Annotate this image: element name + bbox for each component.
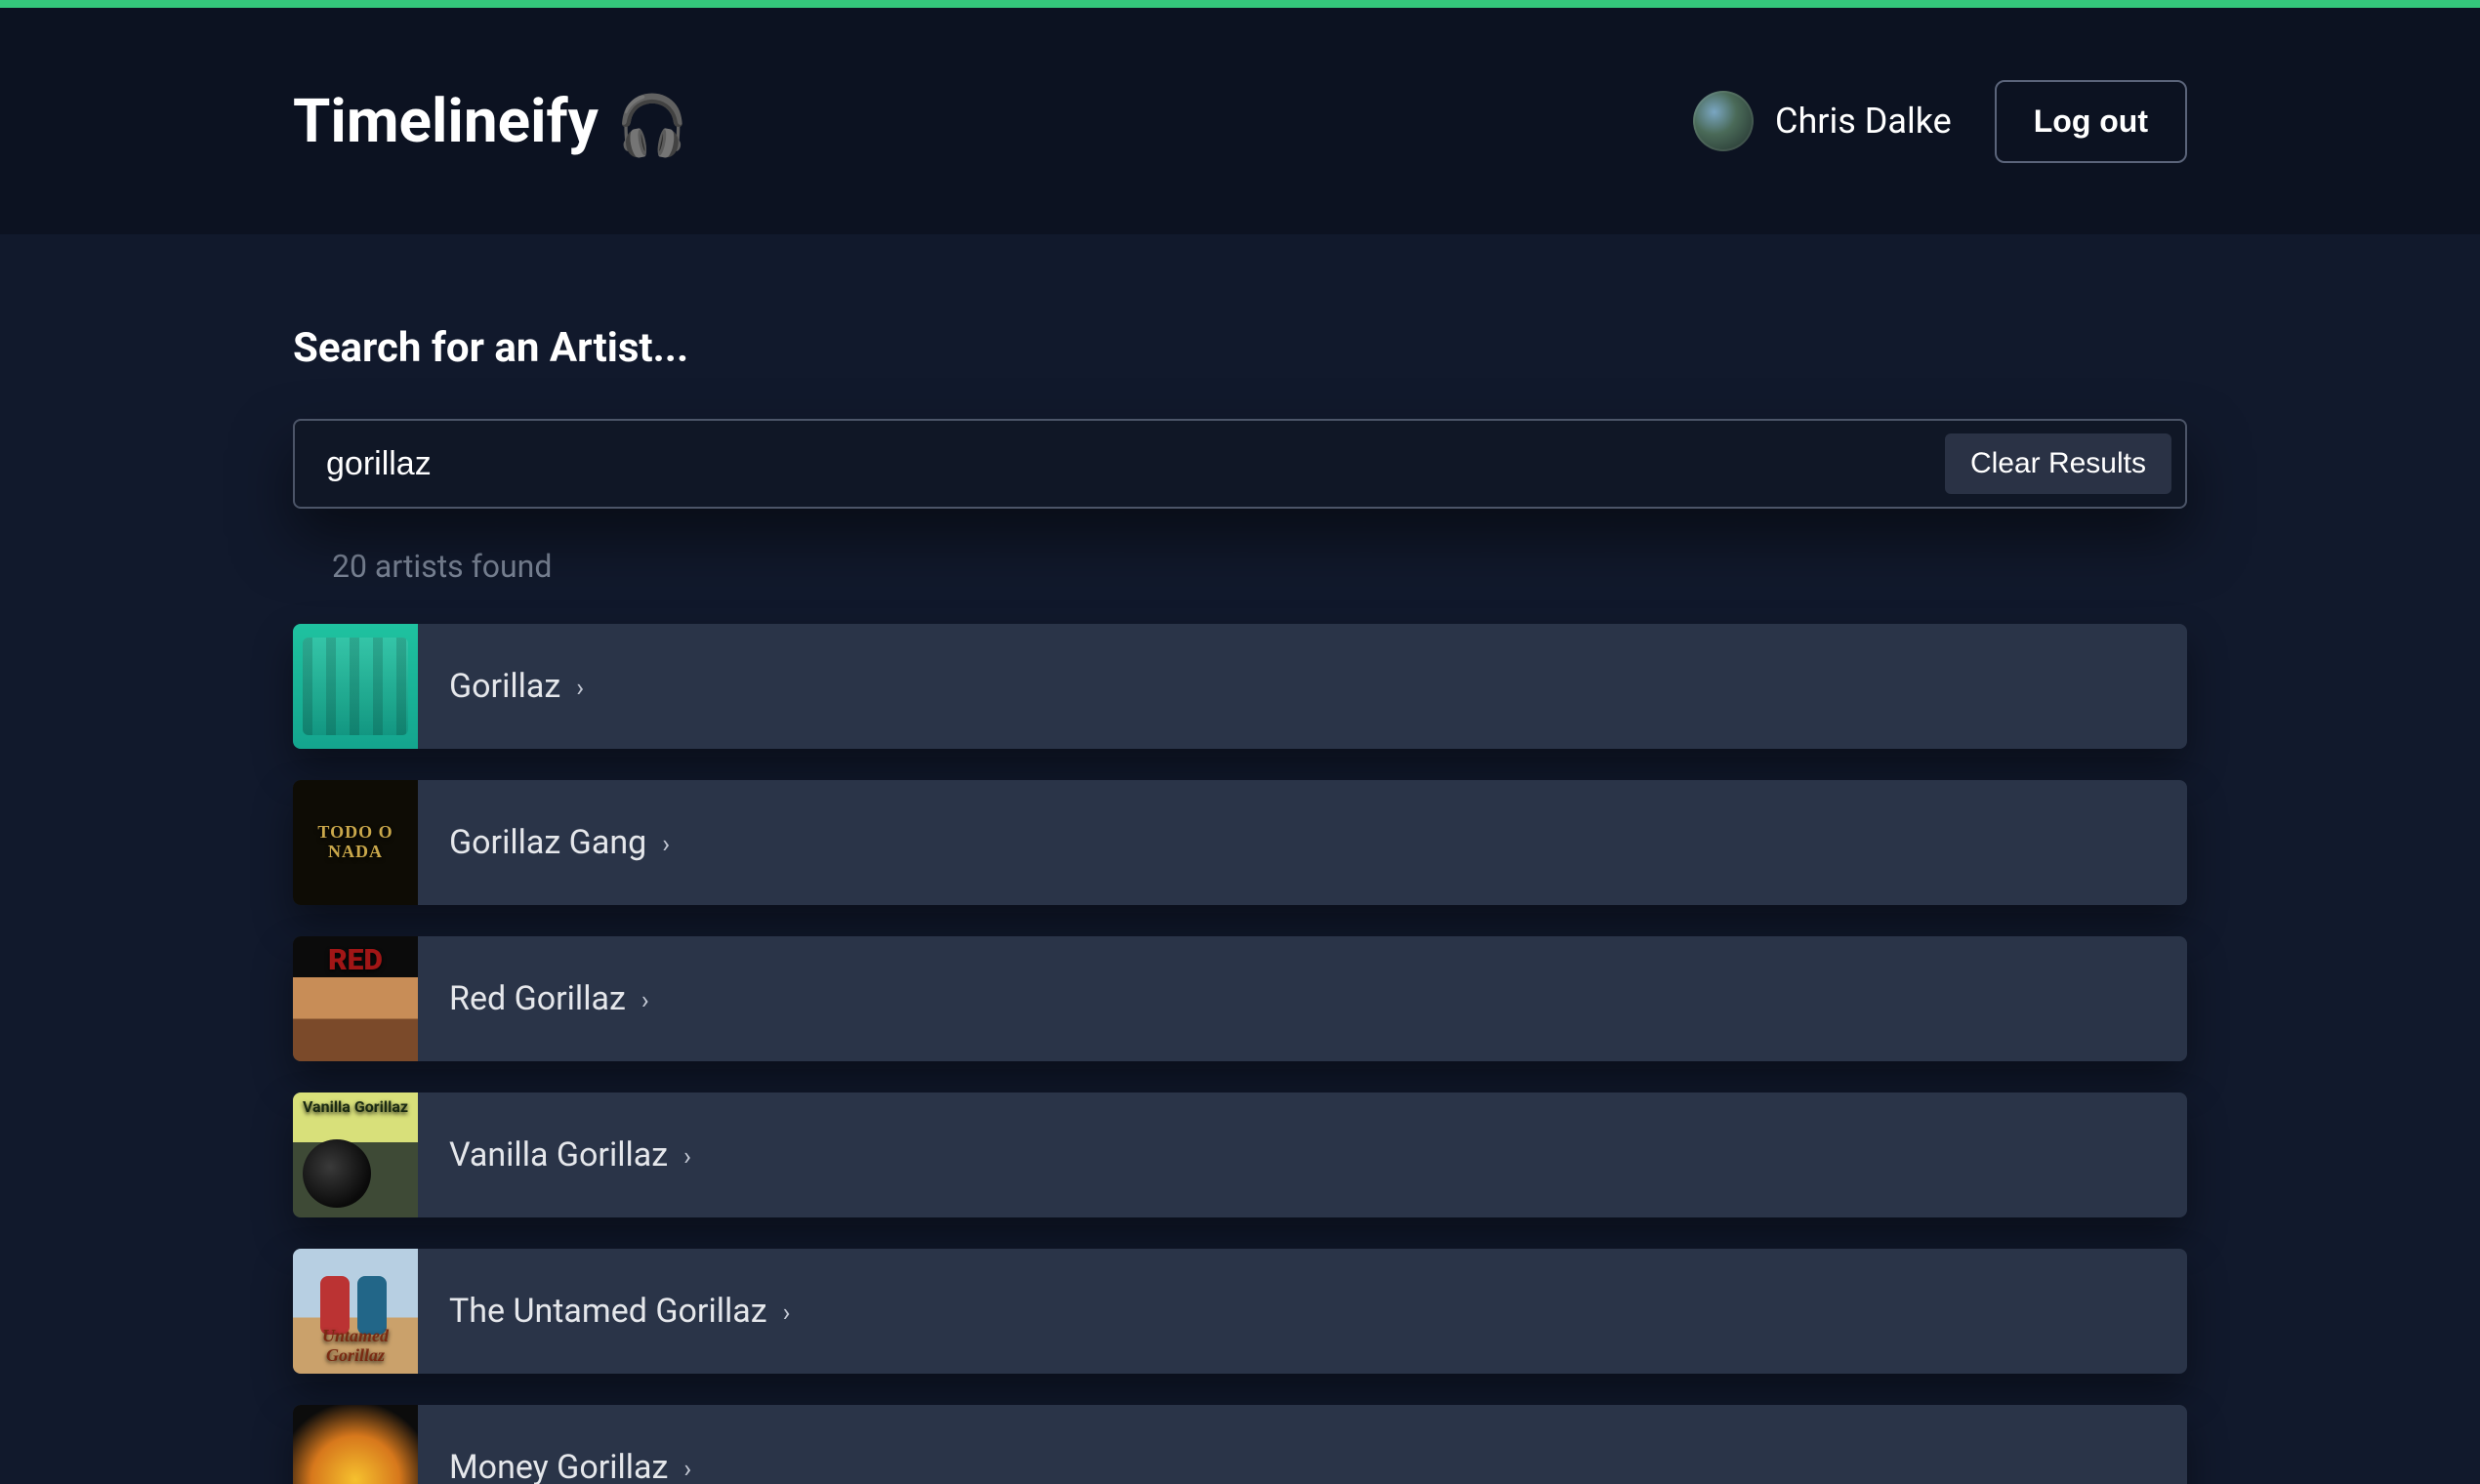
results-list: Gorillaz›TODO O NADAGorillaz Gang›REDRed… bbox=[293, 624, 2187, 1484]
artist-thumbnail bbox=[293, 1405, 418, 1484]
user-menu[interactable]: Chris Dalke bbox=[1693, 91, 1952, 151]
artist-thumbnail bbox=[293, 624, 418, 749]
artist-name-text: Gorillaz bbox=[449, 667, 560, 706]
artist-result[interactable]: RED Red Gorillaz › bbox=[293, 936, 2187, 1061]
app-header: Timelineify 🎧 Chris Dalke Log out bbox=[0, 8, 2480, 234]
logout-button[interactable]: Log out bbox=[1995, 80, 2187, 163]
artist-name-text: Gorillaz Gang bbox=[449, 823, 646, 862]
artist-thumbnail: RED bbox=[293, 936, 418, 1061]
artist-name: Gorillaz Gang › bbox=[418, 823, 670, 862]
artist-name: Money Gorillaz › bbox=[418, 1448, 691, 1484]
artist-thumbnail-label: Untamed Gorillaz bbox=[293, 1327, 418, 1366]
artist-name-text: Red Gorillaz bbox=[449, 979, 626, 1018]
results-count: 20 artists found bbox=[293, 509, 2187, 624]
app-title-text: Timelineify bbox=[293, 86, 599, 157]
chevron-right-icon: › bbox=[683, 1455, 691, 1484]
avatar bbox=[1693, 91, 1754, 151]
artist-name: The Untamed Gorillaz › bbox=[418, 1292, 790, 1331]
artist-result[interactable]: Untamed Gorillaz The Untamed Gorillaz › bbox=[293, 1249, 2187, 1374]
artist-result[interactable]: Gorillaz › bbox=[293, 624, 2187, 749]
search-input[interactable] bbox=[326, 445, 1945, 483]
user-name: Chris Dalke bbox=[1775, 101, 1952, 142]
chevron-right-icon: › bbox=[641, 986, 649, 1015]
chevron-right-icon: › bbox=[662, 830, 670, 859]
app-title[interactable]: Timelineify 🎧 bbox=[293, 86, 689, 157]
artist-result[interactable]: Money Gorillaz › bbox=[293, 1405, 2187, 1484]
artist-thumbnail: TODO O NADA bbox=[293, 780, 418, 905]
headphones-icon: 🎧 bbox=[616, 91, 689, 160]
main-content: Search for an Artist... Clear Results 20… bbox=[0, 234, 2480, 1484]
chevron-right-icon: › bbox=[683, 1142, 691, 1172]
artist-name: Vanilla Gorillaz › bbox=[418, 1135, 691, 1175]
artist-thumbnail: Untamed Gorillaz bbox=[293, 1249, 418, 1374]
chevron-right-icon: › bbox=[783, 1298, 791, 1328]
artist-name: Gorillaz › bbox=[418, 667, 584, 706]
artist-thumbnail-label: TODO O NADA bbox=[293, 823, 418, 862]
artist-thumbnail-label: Vanilla Gorillaz bbox=[293, 1098, 418, 1116]
artist-name-text: The Untamed Gorillaz bbox=[449, 1292, 767, 1331]
artist-result[interactable]: Vanilla Gorillaz Vanilla Gorillaz › bbox=[293, 1092, 2187, 1217]
search-heading: Search for an Artist... bbox=[293, 324, 2187, 372]
artist-name: Red Gorillaz › bbox=[418, 979, 649, 1018]
clear-results-button[interactable]: Clear Results bbox=[1945, 433, 2171, 494]
artist-result[interactable]: TODO O NADA Gorillaz Gang › bbox=[293, 780, 2187, 905]
artist-name-text: Vanilla Gorillaz bbox=[449, 1135, 668, 1175]
artist-thumbnail-label: RED bbox=[293, 944, 418, 976]
accent-bar bbox=[0, 0, 2480, 8]
chevron-right-icon: › bbox=[576, 674, 584, 703]
search-row: Clear Results bbox=[293, 419, 2187, 509]
artist-thumbnail: Vanilla Gorillaz bbox=[293, 1092, 418, 1217]
artist-name-text: Money Gorillaz bbox=[449, 1448, 668, 1484]
